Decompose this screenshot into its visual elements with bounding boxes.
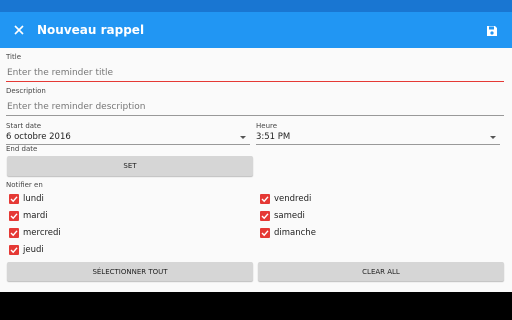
day-label: dimanche [274,228,316,238]
start-date-underline [6,144,250,145]
day-checkbox-vendredi[interactable]: vendredi [260,194,311,204]
set-button[interactable]: SET [7,156,253,176]
hour-value: 3:51 PM [256,132,291,142]
description-placeholder: Enter the reminder description [7,102,146,112]
select-all-button[interactable]: SÉLECTIONNER TOUT [7,262,253,281]
day-label: lundi [23,194,44,204]
checkbox-checked-icon [260,194,270,204]
checkbox-checked-icon [9,194,19,204]
checkbox-checked-icon [260,211,270,221]
description-label: Description [6,87,46,95]
title-input[interactable]: Enter the reminder title [6,64,504,82]
hour-underline [256,144,500,145]
day-label: jeudi [23,245,44,255]
day-checkbox-samedi[interactable]: samedi [260,211,305,221]
day-label: mercredi [23,228,61,238]
status-bar [0,0,512,12]
close-icon[interactable] [10,21,28,39]
notify-label: Notifier en [6,181,43,189]
description-input[interactable]: Enter the reminder description [6,98,504,116]
day-checkbox-jeudi[interactable]: jeudi [9,245,44,255]
day-checkbox-lundi[interactable]: lundi [9,194,44,204]
title-placeholder: Enter the reminder title [7,68,114,78]
day-checkbox-dimanche[interactable]: dimanche [260,228,316,238]
checkbox-checked-icon [9,211,19,221]
title-label: Title [6,53,22,61]
start-date-value: 6 octobre 2016 [6,132,71,142]
title-underline [6,81,504,82]
day-label: vendredi [274,194,312,204]
navigation-bar [0,292,512,320]
checkbox-checked-icon [9,228,19,238]
day-label: mardi [23,211,48,221]
start-date-spinner[interactable]: 6 octobre 2016 [6,131,250,145]
save-icon[interactable] [486,22,500,36]
dropdown-arrow-icon [490,136,496,139]
reminder-form: Title Enter the reminder title Descripti… [0,48,512,292]
description-underline [6,115,504,116]
checkbox-checked-icon [260,228,270,238]
day-checkbox-mardi[interactable]: mardi [9,211,48,221]
checkbox-checked-icon [9,245,19,255]
day-checkbox-mercredi[interactable]: mercredi [9,228,61,238]
day-label: samedi [274,211,305,221]
hour-label: Heure [256,122,278,130]
app-bar: Nouveau rappel [0,12,512,48]
clear-all-button[interactable]: CLEAR ALL [258,262,504,281]
end-date-label: End date [6,145,38,153]
start-date-label: Start date [6,122,42,130]
hour-spinner[interactable]: 3:51 PM [256,131,500,145]
page-title: Nouveau rappel [37,23,145,37]
dropdown-arrow-icon [240,136,246,139]
